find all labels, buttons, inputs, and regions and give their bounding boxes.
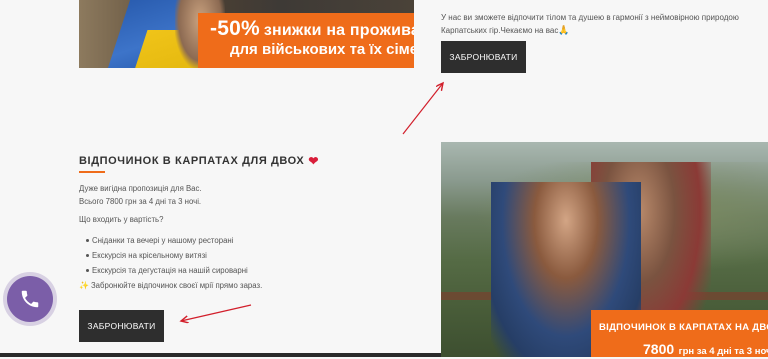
- book-button-top-label: Забронювати: [449, 52, 518, 62]
- phone-icon: [21, 290, 39, 308]
- couple-banner-title: ВІДПОЧИНОК В КАРПАТАХ НА ДВОХ: [599, 322, 768, 333]
- praying-hands-icon: 🙏: [558, 25, 570, 35]
- resort-description-text: У нас ви зможете відпочити тілом та душе…: [441, 13, 739, 35]
- list-item: Екскурсія на крісельному витязі: [86, 248, 248, 263]
- couple-banner-terms: грн за 4 дні та 3 ночі: [678, 346, 768, 357]
- book-button-top[interactable]: Забронювати: [441, 41, 526, 73]
- discount-line2: для військових та їх сімей: [230, 41, 414, 58]
- list-item: Сніданки та вечері у нашому ресторані: [86, 233, 248, 248]
- sparkle-icon: ✨: [79, 281, 89, 290]
- list-item: Екскурсія та дегустація на нашій сировар…: [86, 263, 248, 278]
- arrow-to-top-button: [402, 83, 443, 135]
- bottom-strip: [0, 353, 441, 357]
- call-button[interactable]: [7, 276, 53, 322]
- couple-price-banner: ВІДПОЧИНОК В КАРПАТАХ НА ДВОХ 7800 грн з…: [591, 310, 768, 357]
- offer-line2: Всього 7800 грн за 4 дні та 3 ночі.: [79, 197, 202, 206]
- book-button[interactable]: Забронювати: [79, 310, 164, 342]
- included-list: Сніданки та вечері у нашому ресторані Ек…: [86, 233, 248, 278]
- cta-text: ✨ Забронюйте відпочинок своєї мрії прямо …: [79, 281, 263, 290]
- couple-banner-price: 7800: [643, 341, 675, 357]
- title-underline: [79, 171, 105, 173]
- section-title: ВІДПОЧИНОК В КАРПАТАХ ДЛЯ ДВОХ ❤: [79, 154, 320, 168]
- arrow-to-book-button: [181, 304, 252, 321]
- resort-description: У нас ви зможете відпочити тілом та душе…: [441, 12, 761, 37]
- heart-icon: ❤: [308, 154, 320, 168]
- discount-percent: -50%: [210, 17, 260, 40]
- discount-banner: -50%знижки на проживання для військових …: [198, 13, 414, 68]
- discount-line1: знижки на проживання: [263, 22, 414, 39]
- book-button-label: Забронювати: [87, 321, 156, 331]
- offer-line1: Дуже вигідна пропозиція для Вас.: [79, 184, 202, 193]
- military-discount-image: -50%знижки на проживання для військових …: [79, 0, 414, 68]
- includes-label: Що входить у вартість?: [79, 215, 164, 224]
